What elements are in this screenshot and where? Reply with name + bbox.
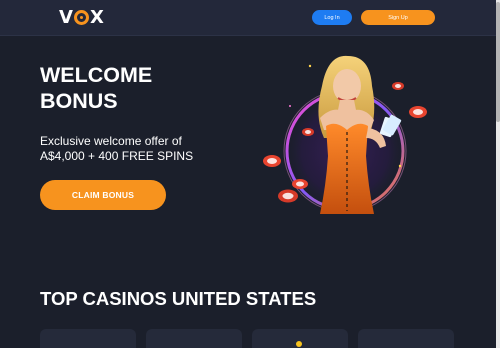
hero-subtitle: Exclusive welcome offer of A$4,000 + 400… — [40, 134, 240, 163]
hero-title-line1: WELCOME — [40, 63, 153, 87]
logo-letter-x: X — [89, 6, 104, 28]
signup-button[interactable]: Sign Up — [361, 10, 435, 25]
site-header: VX Log In Sign Up — [0, 0, 496, 36]
page: VX Log In Sign Up WELCOME BONUS Exclusiv… — [0, 0, 496, 348]
logo-letter-v: V — [59, 6, 73, 28]
hero-subtitle-line2: A$4,000 + 400 FREE SPINS — [40, 148, 194, 163]
casino-card[interactable] — [146, 329, 242, 348]
casino-card[interactable] — [252, 329, 348, 348]
hero-title: WELCOME BONUS — [40, 62, 240, 114]
login-button[interactable]: Log In — [312, 10, 352, 25]
casino-logo-icon — [296, 341, 302, 347]
chip-icon — [263, 155, 281, 167]
hero-illustration — [263, 55, 427, 214]
hero-title-line2: BONUS — [40, 89, 118, 113]
logo-o-icon — [73, 9, 89, 25]
site-logo[interactable]: VX — [59, 6, 104, 28]
section-title: TOP CASINOS UNITED STATES — [40, 288, 317, 309]
scrollbar-thumb[interactable] — [496, 2, 500, 122]
casino-card[interactable] — [358, 329, 454, 348]
claim-bonus-button[interactable]: CLAIM BONUS — [40, 180, 166, 210]
casino-card[interactable] — [40, 329, 136, 348]
hero-subtitle-line1: Exclusive welcome offer of — [40, 134, 182, 148]
